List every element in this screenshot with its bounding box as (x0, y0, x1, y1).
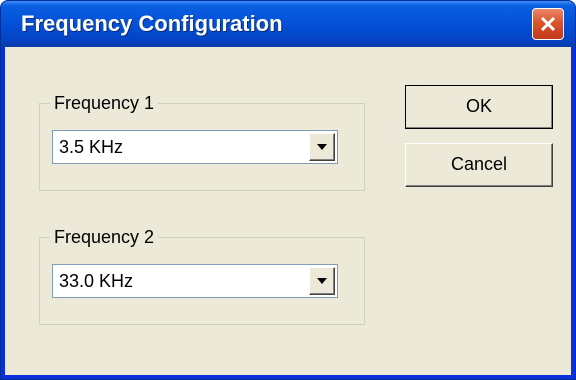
dialog-window: Frequency Configuration Frequency 1 3.5 … (0, 0, 576, 380)
frequency-1-label: Frequency 1 (50, 93, 159, 113)
frequency-2-dropdown-button[interactable] (309, 267, 335, 295)
title-bar[interactable]: Frequency Configuration (1, 1, 575, 47)
ok-button[interactable]: OK (405, 85, 553, 129)
chevron-down-icon (317, 144, 327, 150)
frequency-1-value: 3.5 KHz (59, 137, 124, 157)
frequency-2-value: 33.0 KHz (59, 271, 134, 291)
close-button[interactable] (532, 8, 564, 40)
frequency-1-dropdown[interactable]: 3.5 KHz (52, 130, 338, 164)
frequency-2-dropdown[interactable]: 33.0 KHz (52, 264, 338, 298)
frequency-2-label: Frequency 2 (50, 227, 159, 247)
frequency-1-dropdown-button[interactable] (309, 133, 335, 161)
dialog-body: Frequency 1 3.5 KHz Frequency 2 33.0 KHz (5, 47, 571, 375)
close-icon (540, 16, 556, 32)
window-title: Frequency Configuration (21, 11, 283, 36)
frequency-2-group: Frequency 2 33.0 KHz (39, 227, 365, 325)
chevron-down-icon (317, 278, 327, 284)
frequency-1-group: Frequency 1 3.5 KHz (39, 93, 365, 191)
cancel-button[interactable]: Cancel (405, 143, 553, 187)
